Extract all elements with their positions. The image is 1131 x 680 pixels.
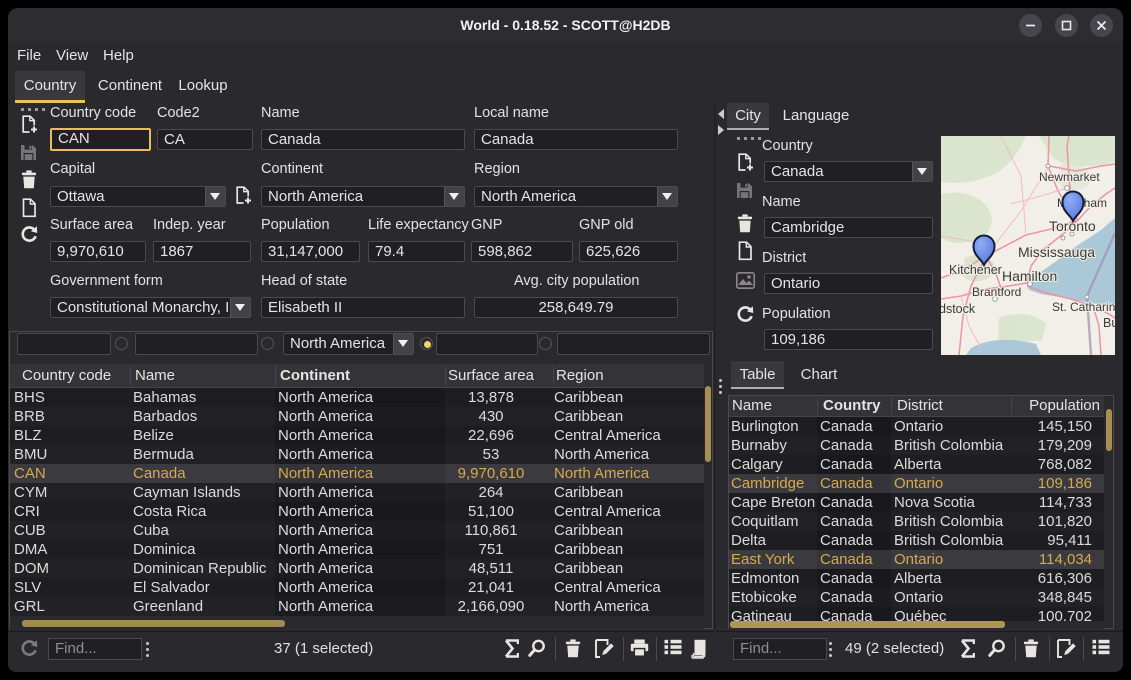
svg-text:Mississauga: Mississauga <box>1018 244 1095 260</box>
svg-text:Newmarket: Newmarket <box>1039 170 1100 184</box>
svg-text:St. Catharines: St. Catharines <box>1052 300 1115 314</box>
svg-text:Hamilton: Hamilton <box>1002 268 1057 284</box>
svg-text:Kitchener: Kitchener <box>949 263 1002 277</box>
svg-text:dstock: dstock <box>941 302 976 316</box>
svg-text:Brantford: Brantford <box>972 285 1021 299</box>
svg-text:Buf: Buf <box>1103 316 1115 330</box>
